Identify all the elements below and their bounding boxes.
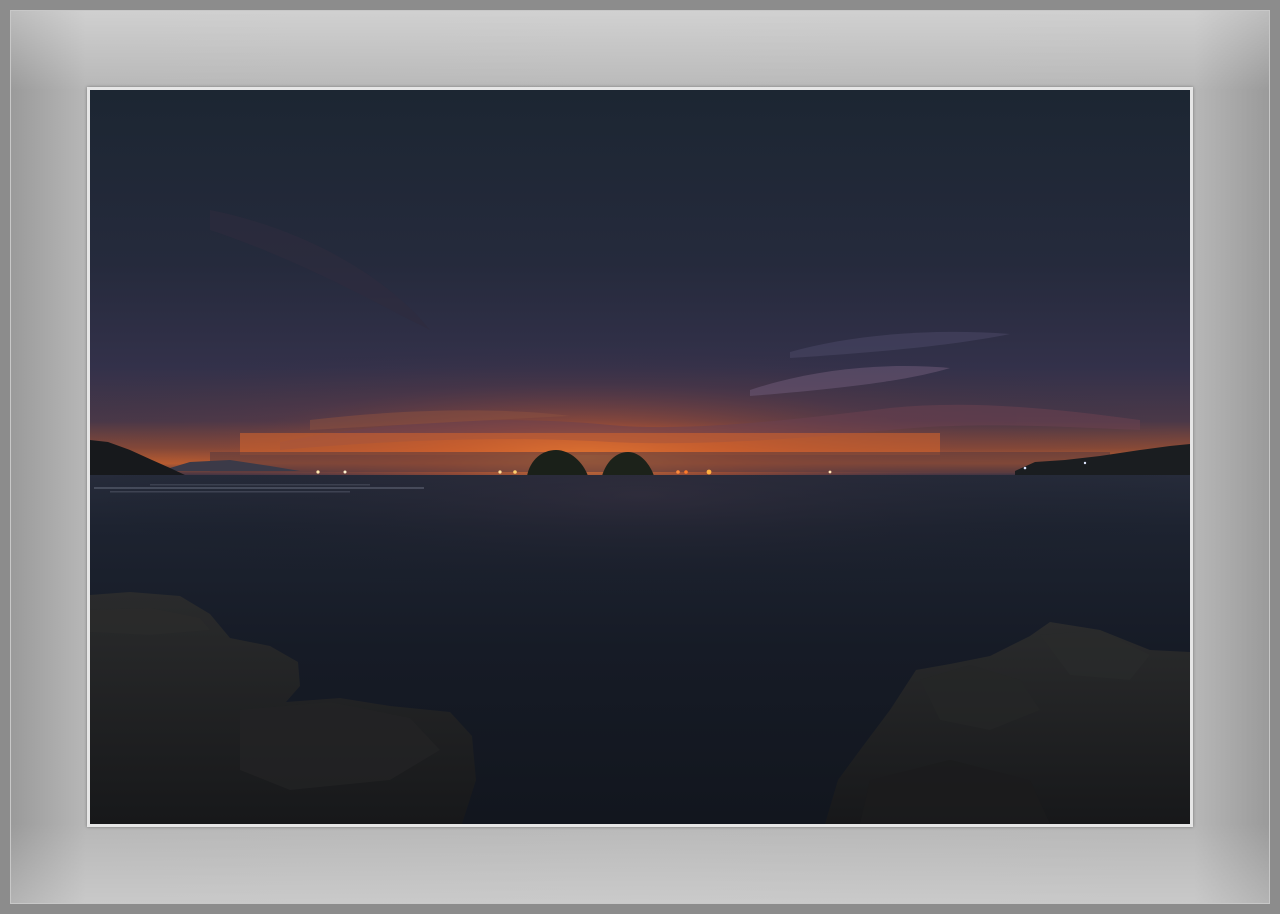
seascape-illustration — [90, 90, 1190, 824]
horizon-band — [240, 433, 940, 455]
seascape-photo — [90, 90, 1190, 824]
picture-frame — [0, 0, 1280, 914]
